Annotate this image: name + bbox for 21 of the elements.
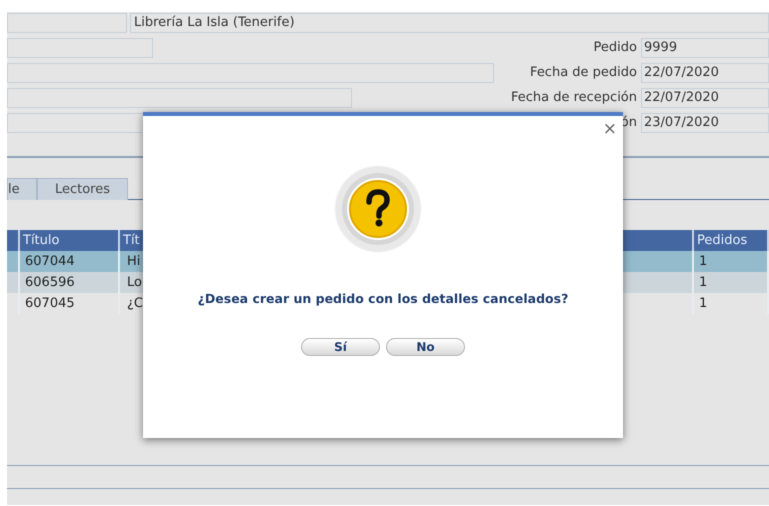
text-field[interactable] [7, 38, 153, 58]
tab[interactable]: le [7, 178, 37, 200]
close-button[interactable]: × [602, 119, 617, 139]
dialog-button[interactable]: Sí [301, 338, 380, 356]
text-field[interactable]: 9999 [641, 38, 769, 58]
field-label: Fecha de pedido [530, 64, 637, 82]
text-field[interactable]: 23/07/2020 [641, 113, 769, 133]
text-field[interactable]: 22/07/2020 [641, 88, 769, 108]
field-label: Fecha de recepción [510, 89, 637, 108]
question-icon [334, 165, 422, 253]
dialog-button[interactable]: No [386, 338, 465, 356]
text-field[interactable]: 22/07/2020 [641, 63, 769, 83]
table-cell: 607045 [20, 293, 120, 314]
text-field[interactable] [7, 63, 494, 83]
dialog-message: ¿Desea crear un pedido con los detalles cancelados? [196, 290, 570, 308]
table-cell: 1 [694, 293, 769, 314]
text-field[interactable] [7, 88, 352, 108]
field-label: Pedido [594, 39, 637, 58]
store-field[interactable]: Librería La Isla (Tenerife) [130, 13, 769, 33]
tab[interactable]: Lectores [37, 178, 128, 200]
text-field[interactable] [7, 13, 127, 33]
